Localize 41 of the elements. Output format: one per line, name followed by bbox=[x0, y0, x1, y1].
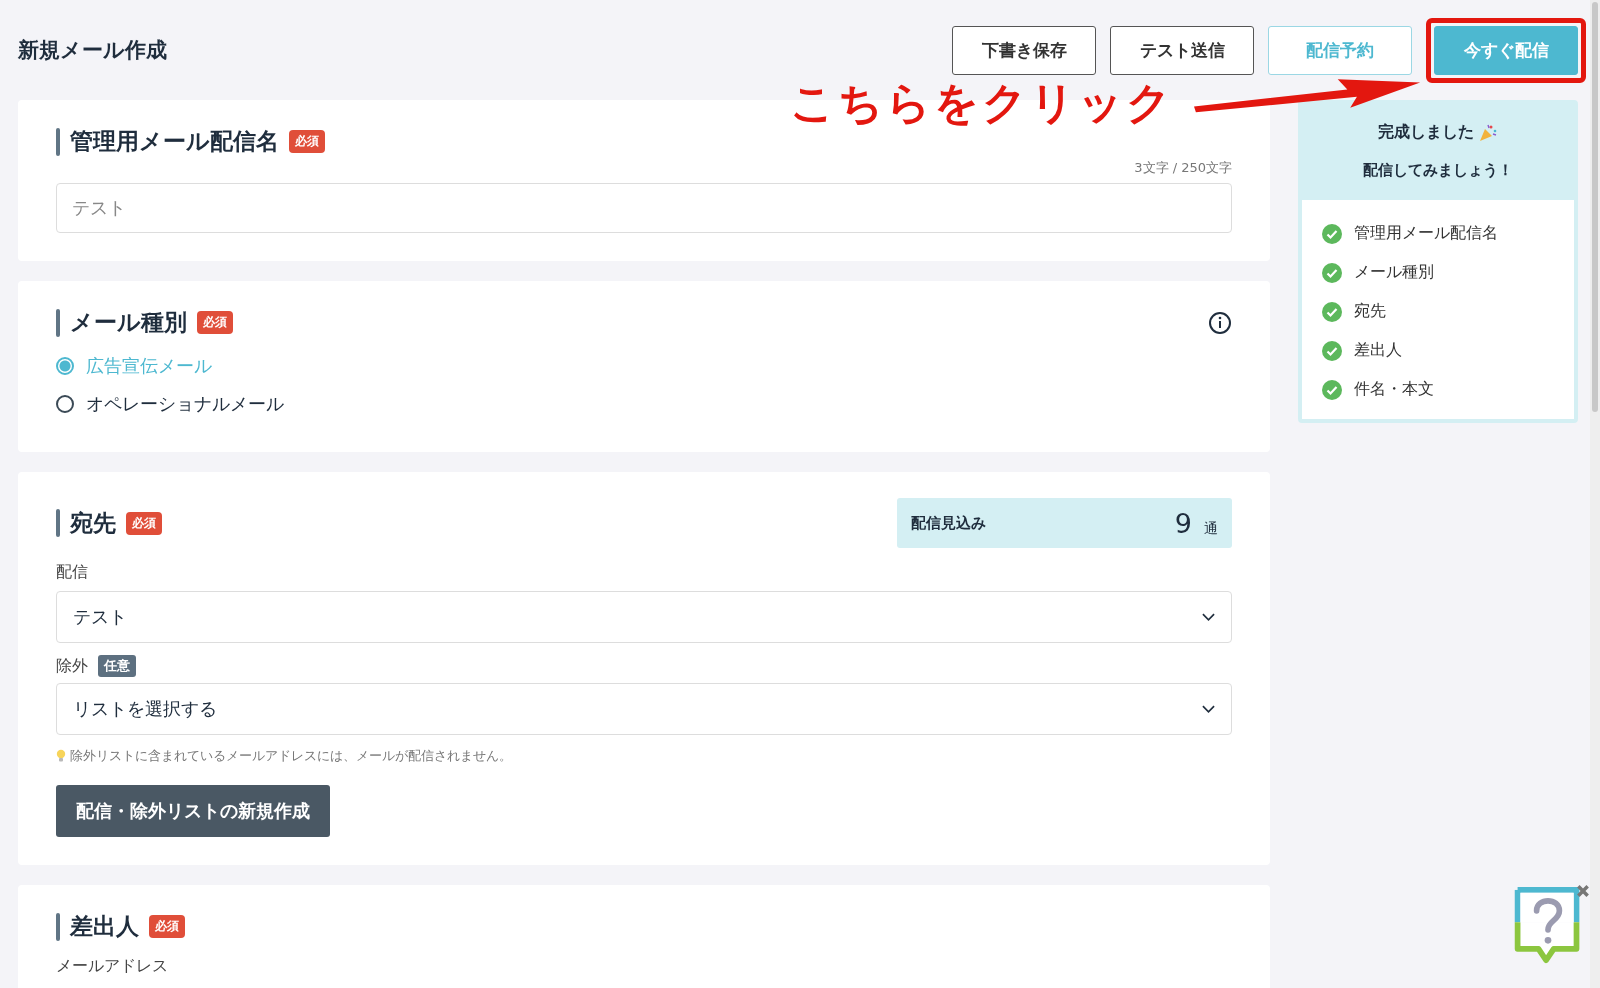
input-field[interactable]: テスト bbox=[56, 183, 1232, 233]
required-badge: 必須 bbox=[126, 511, 162, 535]
hint-text: 除外リストに含まれているメールアドレスには、メールが配信されません。 bbox=[70, 747, 512, 765]
required-badge: 必須 bbox=[197, 311, 233, 334]
action-button[interactable]: 下書き保存 bbox=[952, 25, 1096, 75]
chevron-down-icon bbox=[1202, 613, 1215, 621]
checklist-item: 件名・本文 bbox=[1354, 379, 1434, 400]
create-list-button[interactable]: 配信・除外リストの新規作成 bbox=[56, 785, 330, 837]
radio-label[interactable]: オペレーショナルメール bbox=[86, 392, 284, 416]
action-button[interactable]: テスト送信 bbox=[1110, 25, 1254, 75]
radio-button[interactable] bbox=[56, 357, 74, 375]
lightbulb-icon bbox=[56, 749, 66, 763]
close-icon[interactable] bbox=[1576, 884, 1590, 898]
char-counter: 3文字 / 250文字 bbox=[1133, 159, 1232, 177]
section-title: 管理用メール配信名 bbox=[70, 127, 279, 156]
field-label: メールアドレス bbox=[56, 956, 169, 977]
checklist-item: 管理用メール配信名 bbox=[1354, 223, 1498, 244]
checklist-item: メール種別 bbox=[1354, 262, 1434, 283]
section-title: メール種別 bbox=[70, 308, 187, 337]
party-popper-icon bbox=[1478, 122, 1498, 143]
annotation-text: こちらをクリック bbox=[790, 76, 1174, 130]
progress-title: 完成しました bbox=[1378, 122, 1474, 143]
required-badge: 必須 bbox=[149, 915, 185, 938]
required-badge: 必須 bbox=[289, 130, 325, 153]
progress-subtitle: 配信してみましょう！ bbox=[1363, 161, 1513, 180]
estimate-count: 9 bbox=[1174, 507, 1192, 539]
page-title: 新規メール作成 bbox=[18, 37, 167, 64]
chevron-down-icon bbox=[1202, 705, 1215, 713]
checklist-item: 差出人 bbox=[1354, 340, 1402, 361]
radio-button[interactable] bbox=[56, 395, 74, 413]
select-field[interactable]: リストを選択する bbox=[56, 683, 1232, 735]
checklist-item: 宛先 bbox=[1354, 301, 1386, 322]
estimate-unit: 通 bbox=[1204, 519, 1218, 538]
section-title: 差出人 bbox=[70, 912, 139, 941]
field-label: 配信 bbox=[56, 562, 89, 583]
section-title: 宛先 bbox=[70, 508, 116, 538]
info-icon[interactable] bbox=[1208, 310, 1232, 335]
estimate-label: 配信見込み bbox=[911, 513, 986, 533]
field-label: 除外 bbox=[56, 655, 88, 677]
optional-badge: 任意 bbox=[98, 655, 136, 677]
select-field[interactable]: テスト bbox=[56, 591, 1232, 643]
